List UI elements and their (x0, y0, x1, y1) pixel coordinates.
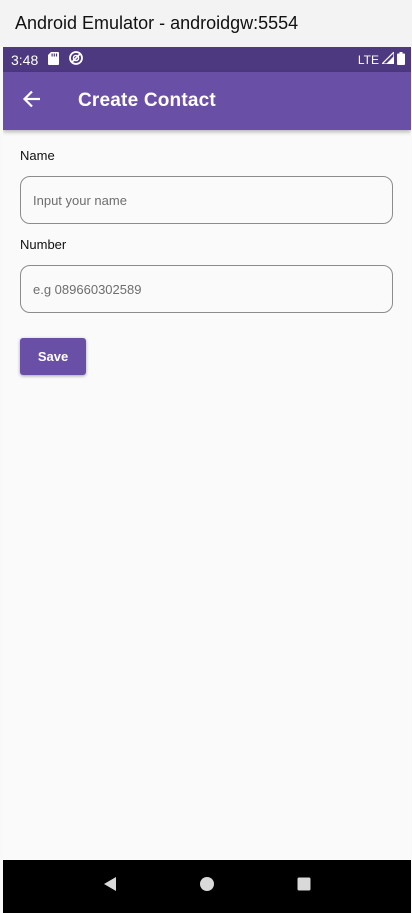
device-screen: 3:48 LTE Create Contact Name Input your … (3, 47, 411, 913)
page-title: Create Contact (78, 90, 216, 111)
number-label: Number (20, 237, 67, 252)
home-circle-icon (199, 876, 215, 897)
status-bar: 3:48 LTE (3, 47, 411, 72)
signal-icon (380, 50, 395, 67)
recents-square-icon (296, 876, 312, 897)
window-title: Android Emulator - androidgw:5554 (15, 13, 299, 33)
nav-recents-button[interactable] (284, 867, 324, 907)
name-field[interactable] (20, 176, 393, 224)
emulator-window: Android Emulator - androidgw:5554 3:48 L… (0, 0, 412, 913)
name-input[interactable] (31, 191, 392, 209)
arrow-back-icon (22, 89, 42, 114)
save-button[interactable]: Save (20, 338, 86, 375)
back-button[interactable] (4, 73, 60, 129)
nav-back-button[interactable] (90, 867, 130, 907)
status-time: 3:48 (11, 51, 39, 68)
app-bar: Create Contact (3, 72, 411, 130)
back-triangle-icon (102, 876, 118, 897)
nav-home-button[interactable] (187, 867, 227, 907)
navigation-bar (3, 860, 411, 913)
battery-icon (397, 51, 405, 68)
network-type: LTE (357, 52, 379, 67)
do-not-disturb-icon (69, 51, 84, 68)
name-label: Name (20, 148, 55, 163)
window-title-bar: Android Emulator - androidgw:5554 (0, 0, 412, 47)
number-input[interactable] (31, 280, 392, 298)
number-field[interactable] (20, 265, 393, 313)
sd-card-icon (48, 51, 60, 68)
